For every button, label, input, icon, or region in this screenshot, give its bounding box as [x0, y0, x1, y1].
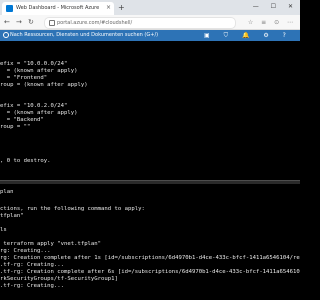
- terminal-line: .tf-rg: Creating...: [0, 283, 64, 289]
- terminal-splitter[interactable]: [0, 180, 300, 184]
- tab-title: Web Dashboard - Microsoft Azure: [16, 5, 100, 11]
- terminal-line: rg: Creation complete after 1s [id=/subs…: [0, 255, 300, 261]
- cloud-shell-terminal[interactable]: efix = "10.0.0.0/24" = (known after appl…: [0, 41, 300, 300]
- forward-icon[interactable]: →: [16, 17, 22, 27]
- terminal-line: tfplan": [0, 213, 24, 219]
- terminal-line: roup = (known after apply): [0, 82, 88, 88]
- window-controls[interactable]: — ☐ ✕: [253, 2, 298, 11]
- terminal-line: terraform apply "vnet.tfplan": [0, 241, 102, 247]
- search-icon: [3, 32, 9, 38]
- azure-portal-header: Nach Ressourcen, Diensten und Dokumenten…: [0, 30, 300, 41]
- terminal-line: efix = "10.0.0.0/24": [0, 61, 68, 67]
- terminal-line: ctions, run the following command to app…: [0, 206, 145, 212]
- portal-search-input[interactable]: Nach Ressourcen, Diensten und Dokumenten…: [2, 31, 158, 40]
- search-placeholder: Nach Ressourcen, Diensten und Dokumenten…: [10, 32, 159, 38]
- tab-strip: Web Dashboard - Microsoft Azure × + — ☐ …: [0, 0, 300, 15]
- terminal-line: = (known after apply): [0, 110, 78, 116]
- browser-toolbar-icons[interactable]: ☆ ≡ ⊙ ⋯: [248, 18, 296, 27]
- terminal-line: rg: Creating...: [0, 248, 51, 254]
- refresh-icon[interactable]: ↻: [28, 17, 34, 27]
- terminal-line: = "Frontend": [0, 75, 48, 81]
- back-icon[interactable]: ←: [4, 17, 10, 27]
- browser-window: Web Dashboard - Microsoft Azure × + — ☐ …: [0, 0, 300, 300]
- terminal-line: = "Backend": [0, 117, 44, 123]
- terminal-line: roup = "": [0, 124, 31, 130]
- url-text: portal.azure.com/#cloudshell/: [57, 20, 133, 26]
- address-bar: ← → ↻ portal.azure.com/#cloudshell/ ☆ ≡ …: [0, 15, 300, 30]
- terminal-line: plan: [0, 189, 14, 195]
- terminal-line: = (known after apply): [0, 68, 78, 74]
- terminal-line: .tf-rg: Creation complete after 6s [id=/…: [0, 269, 300, 275]
- terminal-line: rkSecurityGroups/tf-SecurityGroup1]: [0, 276, 118, 282]
- terminal-line: , 0 to destroy.: [0, 158, 51, 164]
- tab-web-dashboard[interactable]: Web Dashboard - Microsoft Azure ×: [2, 2, 114, 15]
- azure-favicon-icon: [6, 5, 13, 12]
- new-tab-button[interactable]: +: [118, 3, 125, 12]
- terminal-line: .tf-rg: Creating...: [0, 262, 64, 268]
- lock-icon: [49, 20, 55, 26]
- close-tab-icon[interactable]: ×: [106, 4, 111, 12]
- portal-header-icons[interactable]: ▣ ⛉ 🔔 ⚙ ? ☺: [204, 31, 300, 40]
- terminal-line: efix = "10.0.2.0/24": [0, 103, 68, 109]
- url-field[interactable]: portal.azure.com/#cloudshell/: [44, 17, 236, 29]
- terminal-line: ls: [0, 227, 7, 233]
